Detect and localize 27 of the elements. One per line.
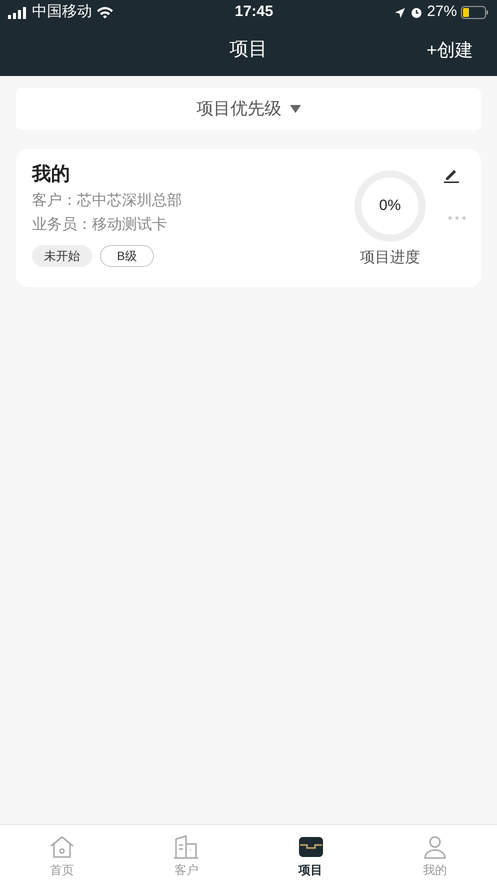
wifi-icon	[96, 6, 114, 19]
carrier-name: 中国移动	[32, 2, 92, 22]
project-card[interactable]: 我的 客户：芯中芯深圳总部 业务员：移动测试卡 未开始 B级 0% 项目进度	[16, 149, 481, 287]
create-button[interactable]: +创建	[426, 37, 473, 64]
grade-tag: B级	[100, 245, 154, 267]
person-icon	[422, 835, 448, 859]
battery-icon	[461, 6, 489, 19]
status-tag: 未开始	[32, 245, 92, 267]
progress-percent: 0%	[379, 197, 401, 215]
alarm-icon	[410, 6, 423, 19]
tray-icon	[298, 835, 324, 859]
salesperson-text: 业务员：移动测试卡	[32, 215, 168, 235]
customer-text: 客户：芯中芯深圳总部	[32, 191, 183, 211]
signal-icon	[8, 6, 28, 18]
location-arrow-icon	[394, 6, 406, 18]
house-icon	[49, 835, 76, 859]
filter-label: 项目优先级	[196, 98, 282, 120]
project-name: 我的	[32, 163, 71, 187]
priority-filter[interactable]: 项目优先级	[16, 88, 481, 130]
page-title: 项目	[230, 38, 268, 62]
clock-time: 17:45	[234, 2, 274, 22]
progress-label: 项目进度	[360, 248, 420, 268]
edit-pencil-icon[interactable]	[443, 167, 459, 183]
building-icon	[173, 835, 200, 859]
battery-percent: 27%	[426, 2, 457, 22]
tab-item[interactable]: 项目	[248, 825, 373, 883]
dropdown-caret-icon	[290, 105, 300, 113]
